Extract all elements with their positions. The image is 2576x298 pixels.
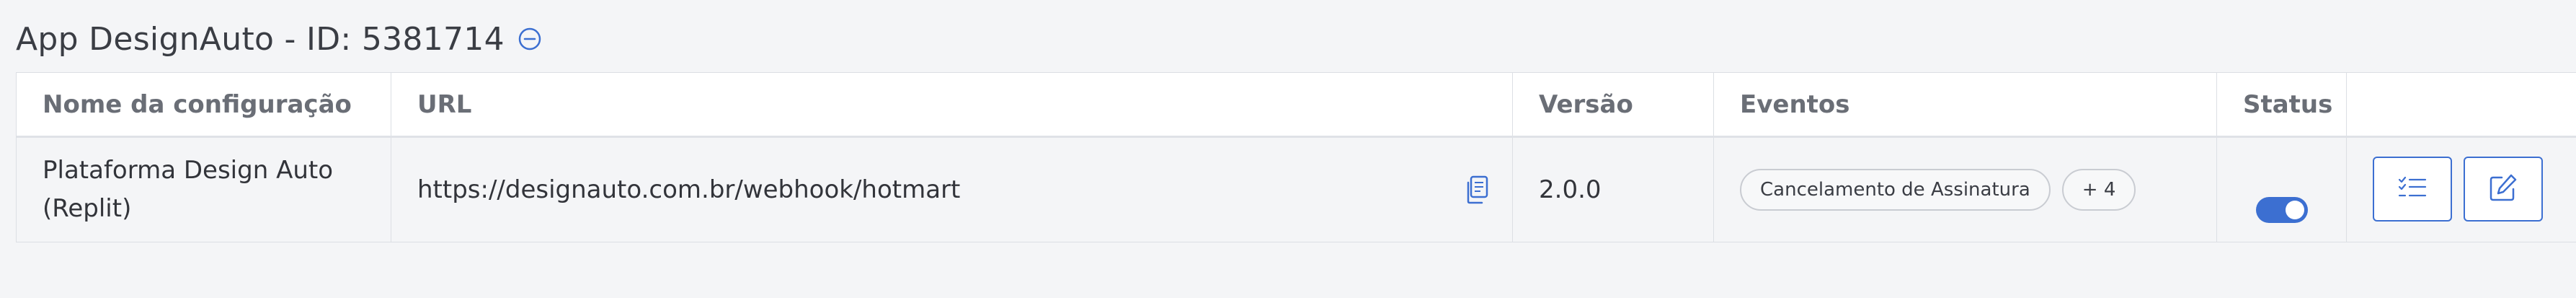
column-header-events: Eventos — [1714, 73, 2217, 136]
version-cell: 2.0.0 — [1513, 138, 1714, 242]
copy-icon[interactable] — [1463, 175, 1491, 205]
edit-icon — [2489, 173, 2518, 205]
minus-circle-icon[interactable] — [518, 27, 542, 51]
actions-cell — [2347, 138, 2576, 242]
event-badge[interactable]: Cancelamento de Assinatura — [1740, 169, 2051, 211]
edit-button[interactable] — [2464, 157, 2543, 222]
column-header-version: Versão — [1513, 73, 1714, 136]
status-cell — [2217, 138, 2347, 242]
table-header: Nome da configuração URL Versão Eventos … — [17, 73, 2576, 138]
table-row: Plataforma Design Auto (Replit) https://… — [17, 138, 2576, 242]
version-value: 2.0.0 — [1539, 175, 1602, 204]
column-header-status: Status — [2217, 73, 2347, 136]
url-cell: https://designauto.com.br/webhook/hotmar… — [391, 138, 1513, 242]
column-header-url: URL — [391, 73, 1513, 136]
config-name: Plataforma Design Auto (Replit) — [43, 156, 334, 223]
page-header: App DesignAuto - ID: 5381714 — [16, 16, 542, 62]
webhook-config-table: Nome da configuração URL Versão Eventos … — [16, 72, 2576, 242]
column-header-name: Nome da configuração — [17, 73, 391, 136]
view-events-button[interactable] — [2373, 157, 2452, 222]
webhook-url: https://designauto.com.br/webhook/hotmar… — [417, 175, 961, 204]
page-title: App DesignAuto - ID: 5381714 — [16, 20, 505, 58]
checklist-icon — [2398, 176, 2427, 202]
toggle-knob — [2286, 201, 2304, 219]
column-header-actions — [2347, 73, 2576, 136]
more-events-badge[interactable]: + 4 — [2061, 169, 2136, 211]
events-cell: Cancelamento de Assinatura + 4 — [1714, 138, 2217, 242]
config-name-cell: Plataforma Design Auto (Replit) — [17, 138, 391, 242]
status-toggle[interactable] — [2256, 197, 2308, 223]
